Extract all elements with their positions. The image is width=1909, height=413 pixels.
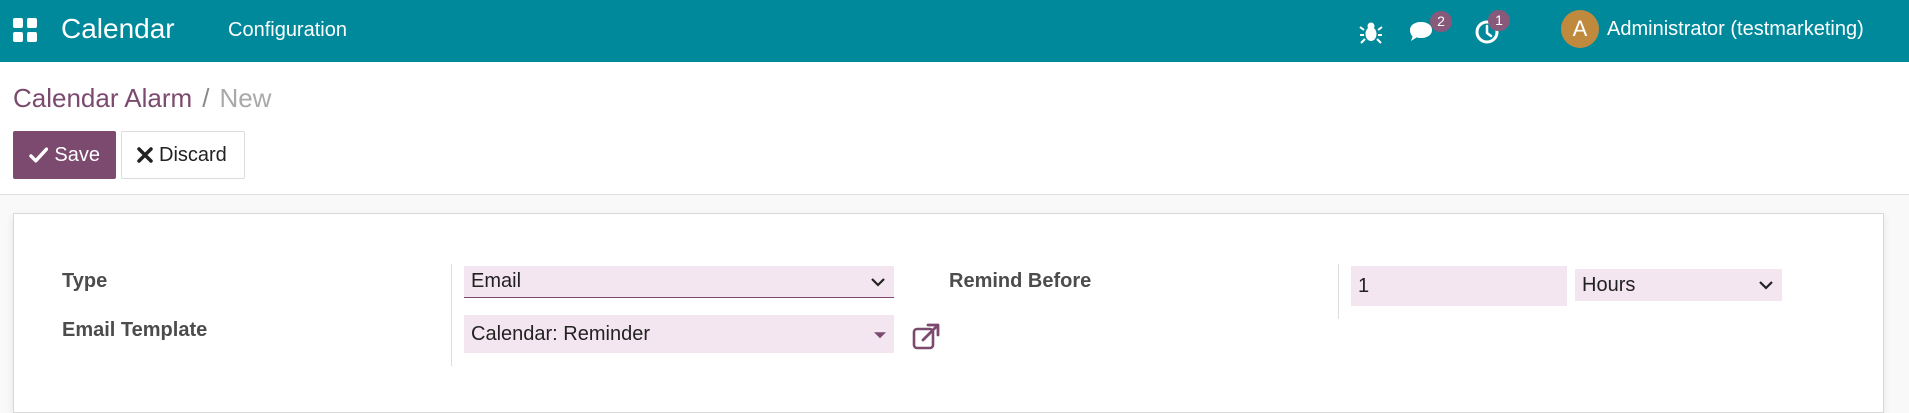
avatar[interactable]: A <box>1561 10 1599 48</box>
messages-badge: 2 <box>1430 11 1452 32</box>
discard-button-label: Discard <box>159 143 227 166</box>
discard-button[interactable]: Discard <box>121 131 245 179</box>
breadcrumb-parent[interactable]: Calendar Alarm <box>13 83 192 113</box>
type-select[interactable]: Email <box>464 266 894 298</box>
chevron-down-icon <box>871 277 885 287</box>
breadcrumb-separator: / <box>202 83 210 113</box>
email-template-label: Email Template <box>62 319 208 341</box>
external-link-icon[interactable] <box>911 322 941 352</box>
apps-grid-icon[interactable] <box>13 18 37 42</box>
type-select-value: Email <box>471 270 522 292</box>
top-navbar: Calendar Configuration 2 1 A Administrat… <box>0 0 1909 62</box>
dropdown-caret-icon <box>874 332 886 339</box>
remind-unit-value: Hours <box>1582 273 1636 296</box>
times-icon <box>137 147 153 163</box>
email-template-value: Calendar: Reminder <box>471 322 650 345</box>
remind-before-input[interactable]: 1 <box>1351 266 1567 306</box>
control-panel: Calendar Alarm / New Save Discard <box>0 62 1909 195</box>
remind-unit-select[interactable]: Hours <box>1575 269 1782 301</box>
remind-before-label: Remind Before <box>949 270 1092 292</box>
remind-before-value: 1 <box>1358 274 1370 297</box>
user-menu[interactable]: Administrator (testmarketing) <box>1607 18 1864 41</box>
type-label: Type <box>62 270 108 292</box>
save-button-label: Save <box>54 143 100 166</box>
right-group-divider <box>1338 264 1339 319</box>
breadcrumb: Calendar Alarm / New <box>13 83 271 114</box>
app-title[interactable]: Calendar <box>61 13 175 45</box>
email-template-input[interactable]: Calendar: Reminder <box>464 315 894 353</box>
check-icon <box>29 147 49 163</box>
save-button[interactable]: Save <box>13 131 116 179</box>
left-group-divider <box>451 264 452 366</box>
activities-badge: 1 <box>1488 10 1510 31</box>
chevron-down-icon <box>1759 281 1773 290</box>
breadcrumb-current: New <box>219 83 272 113</box>
bug-icon[interactable] <box>1356 17 1386 47</box>
menu-configuration[interactable]: Configuration <box>228 19 347 42</box>
form-sheet: Type Email Email Template Calendar: Remi… <box>13 213 1884 413</box>
